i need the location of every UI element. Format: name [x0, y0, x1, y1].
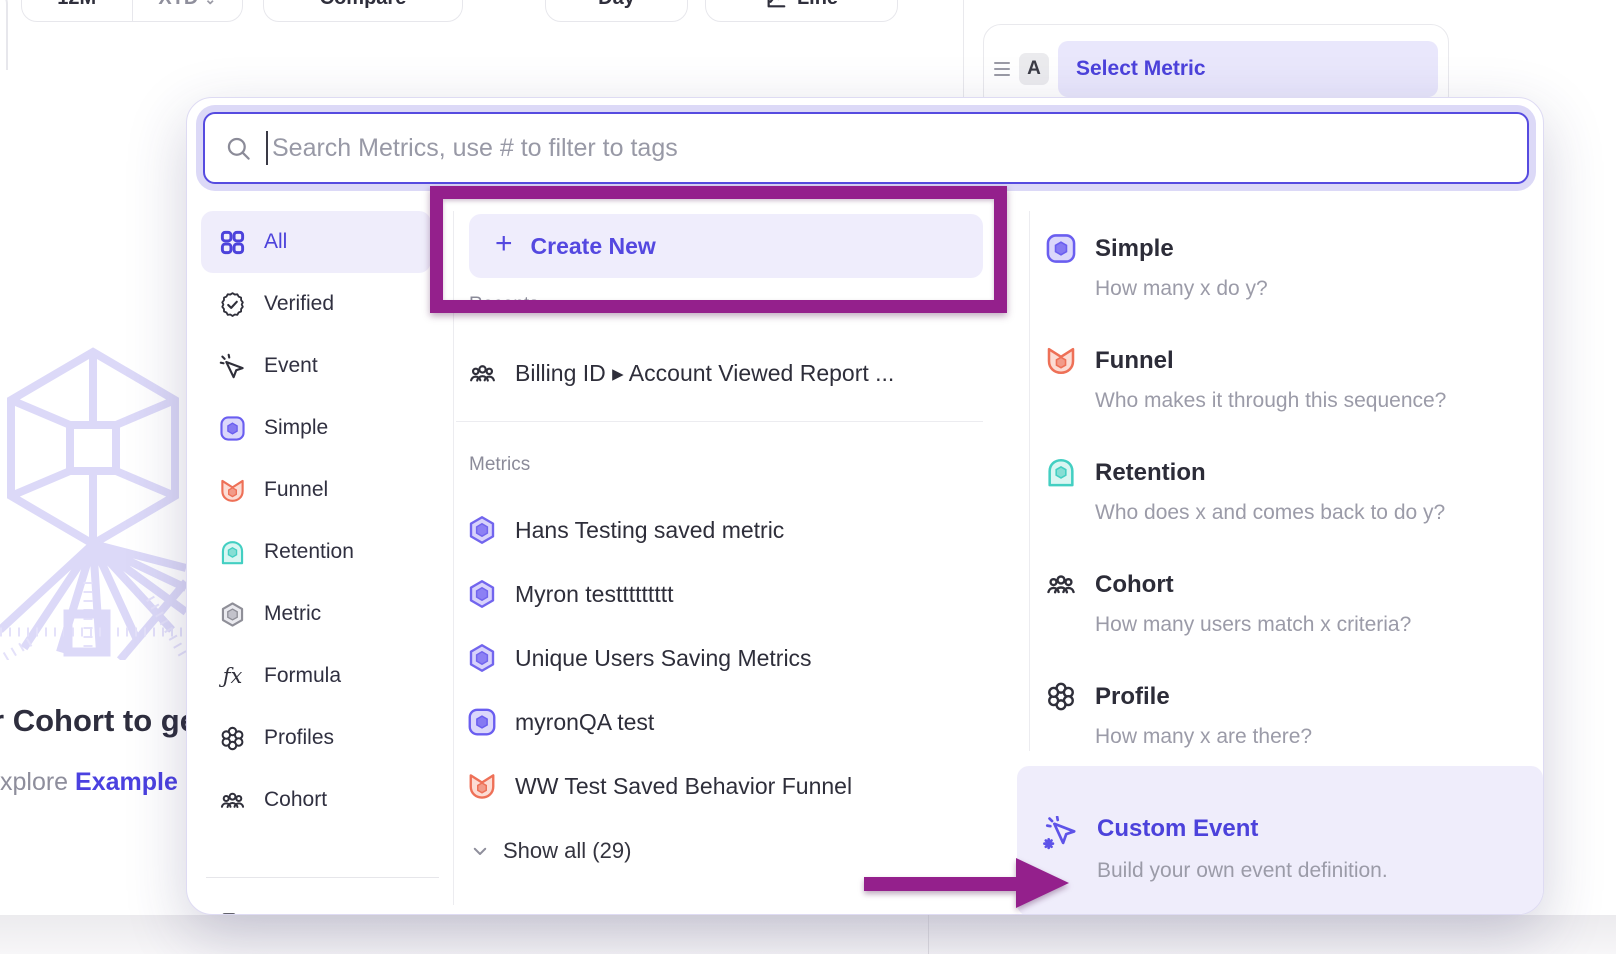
metric-picker-screen: 12M XTD ⌄ Compare Day Line A Select Metr… — [0, 0, 1616, 954]
recent-item[interactable]: Billing ID ▸ Account Viewed Report ... — [467, 349, 987, 397]
wireframe-illustration — [0, 330, 190, 660]
category-profiles[interactable]: Profiles — [201, 707, 431, 769]
funnel-icon — [219, 477, 246, 504]
metric-search — [203, 112, 1529, 184]
cohort-people-icon — [219, 787, 246, 814]
funnel-icon — [467, 771, 497, 801]
plus-icon: + — [495, 229, 513, 263]
category-list: All Verified Event Simple — [201, 211, 431, 831]
category-funnel[interactable]: Funnel — [201, 459, 431, 521]
saved-metric-hexagon-icon — [467, 643, 497, 673]
background-card-corner — [0, 0, 8, 70]
category-metric[interactable]: Metric — [201, 583, 431, 645]
type-simple[interactable]: Simple How many x do y? — [1045, 232, 1268, 304]
list-divider — [456, 421, 983, 422]
metric-list-item[interactable]: Unique Users Saving Metrics — [467, 634, 987, 682]
chevron-down-icon — [471, 842, 489, 860]
line-chart-icon — [765, 0, 787, 10]
category-all[interactable]: All — [201, 211, 431, 273]
simple-icon — [219, 415, 246, 442]
verified-badge-icon — [219, 291, 246, 318]
select-metric-button[interactable]: Select Metric — [1058, 41, 1438, 97]
category-formula[interactable]: ƒx Formula — [201, 645, 431, 707]
type-custom-event[interactable]: Custom Event Build your own event defini… — [1017, 766, 1543, 915]
profiles-cluster-icon — [1045, 680, 1077, 712]
column-divider — [1029, 211, 1030, 751]
background-explore-line: xplore Example R — [0, 768, 203, 797]
range-12m-button[interactable]: 12M — [22, 0, 132, 21]
type-cohort[interactable]: Cohort How many users match x criteria? — [1045, 568, 1411, 640]
series-label-badge: A — [1019, 53, 1049, 85]
tag-icon — [219, 911, 246, 916]
page-bottom-strip — [0, 915, 1616, 954]
retention-icon — [1045, 456, 1077, 488]
metric-list-item[interactable]: myronQA test — [467, 698, 987, 746]
category-simple[interactable]: Simple — [201, 397, 431, 459]
formula-icon: ƒx — [219, 663, 246, 690]
cohort-people-icon — [467, 358, 497, 388]
metric-picker-modal: All Verified Event Simple — [186, 97, 1544, 915]
compare-button[interactable]: Compare — [263, 0, 463, 22]
type-retention[interactable]: Retention Who does x and comes back to d… — [1045, 456, 1445, 528]
column-divider — [453, 211, 454, 905]
category-event[interactable]: Event — [201, 335, 431, 397]
show-all-toggle[interactable]: Show all (29) — [471, 838, 631, 864]
date-range-button-group: 12M XTD ⌄ — [21, 0, 243, 22]
type-profile[interactable]: Profile How many x are there? — [1045, 680, 1312, 752]
drag-handle-icon[interactable] — [994, 62, 1010, 76]
recents-header: Recents — [469, 294, 539, 316]
search-icon — [225, 135, 252, 162]
saved-metric-hexagon-icon — [467, 579, 497, 609]
funnel-icon — [1045, 344, 1077, 376]
range-xtd-button[interactable]: XTD ⌄ — [132, 0, 243, 21]
chevron-down-icon: ⌄ — [204, 0, 216, 10]
metric-hexagon-icon — [219, 601, 246, 628]
metric-list-item[interactable]: WW Test Saved Behavior Funnel — [467, 762, 987, 810]
category-cohort[interactable]: Cohort — [201, 769, 431, 831]
line-chart-type-button[interactable]: Line — [705, 0, 898, 22]
event-cursor-icon — [219, 353, 246, 380]
panel-divider-bottom — [928, 915, 929, 954]
category-tags-partial[interactable]: T — [201, 893, 431, 915]
saved-metric-hexagon-icon — [467, 515, 497, 545]
metric-list-item[interactable]: Myron testtttttttt — [467, 570, 987, 618]
example-reports-link[interactable]: Example R — [75, 768, 203, 796]
category-verified[interactable]: Verified — [201, 273, 431, 335]
type-funnel[interactable]: Funnel Who makes it through this sequenc… — [1045, 344, 1446, 416]
cohort-people-icon — [1045, 568, 1077, 600]
grid-icon — [219, 229, 246, 256]
day-interval-button[interactable]: Day — [545, 0, 688, 22]
category-retention[interactable]: Retention — [201, 521, 431, 583]
metric-list-item[interactable]: Hans Testing saved metric — [467, 506, 987, 554]
profiles-cluster-icon — [219, 725, 246, 752]
panel-divider — [963, 0, 964, 97]
simple-icon — [1045, 232, 1077, 264]
simple-icon — [467, 707, 497, 737]
retention-icon — [219, 539, 246, 566]
text-caret — [266, 131, 268, 165]
metrics-header: Metrics — [469, 454, 530, 476]
custom-event-icon — [1043, 816, 1077, 850]
create-new-button[interactable]: + Create New — [469, 214, 983, 278]
category-divider — [206, 877, 439, 878]
search-input[interactable] — [272, 134, 1527, 163]
background-heading: r Cohort to ge — [0, 703, 197, 739]
